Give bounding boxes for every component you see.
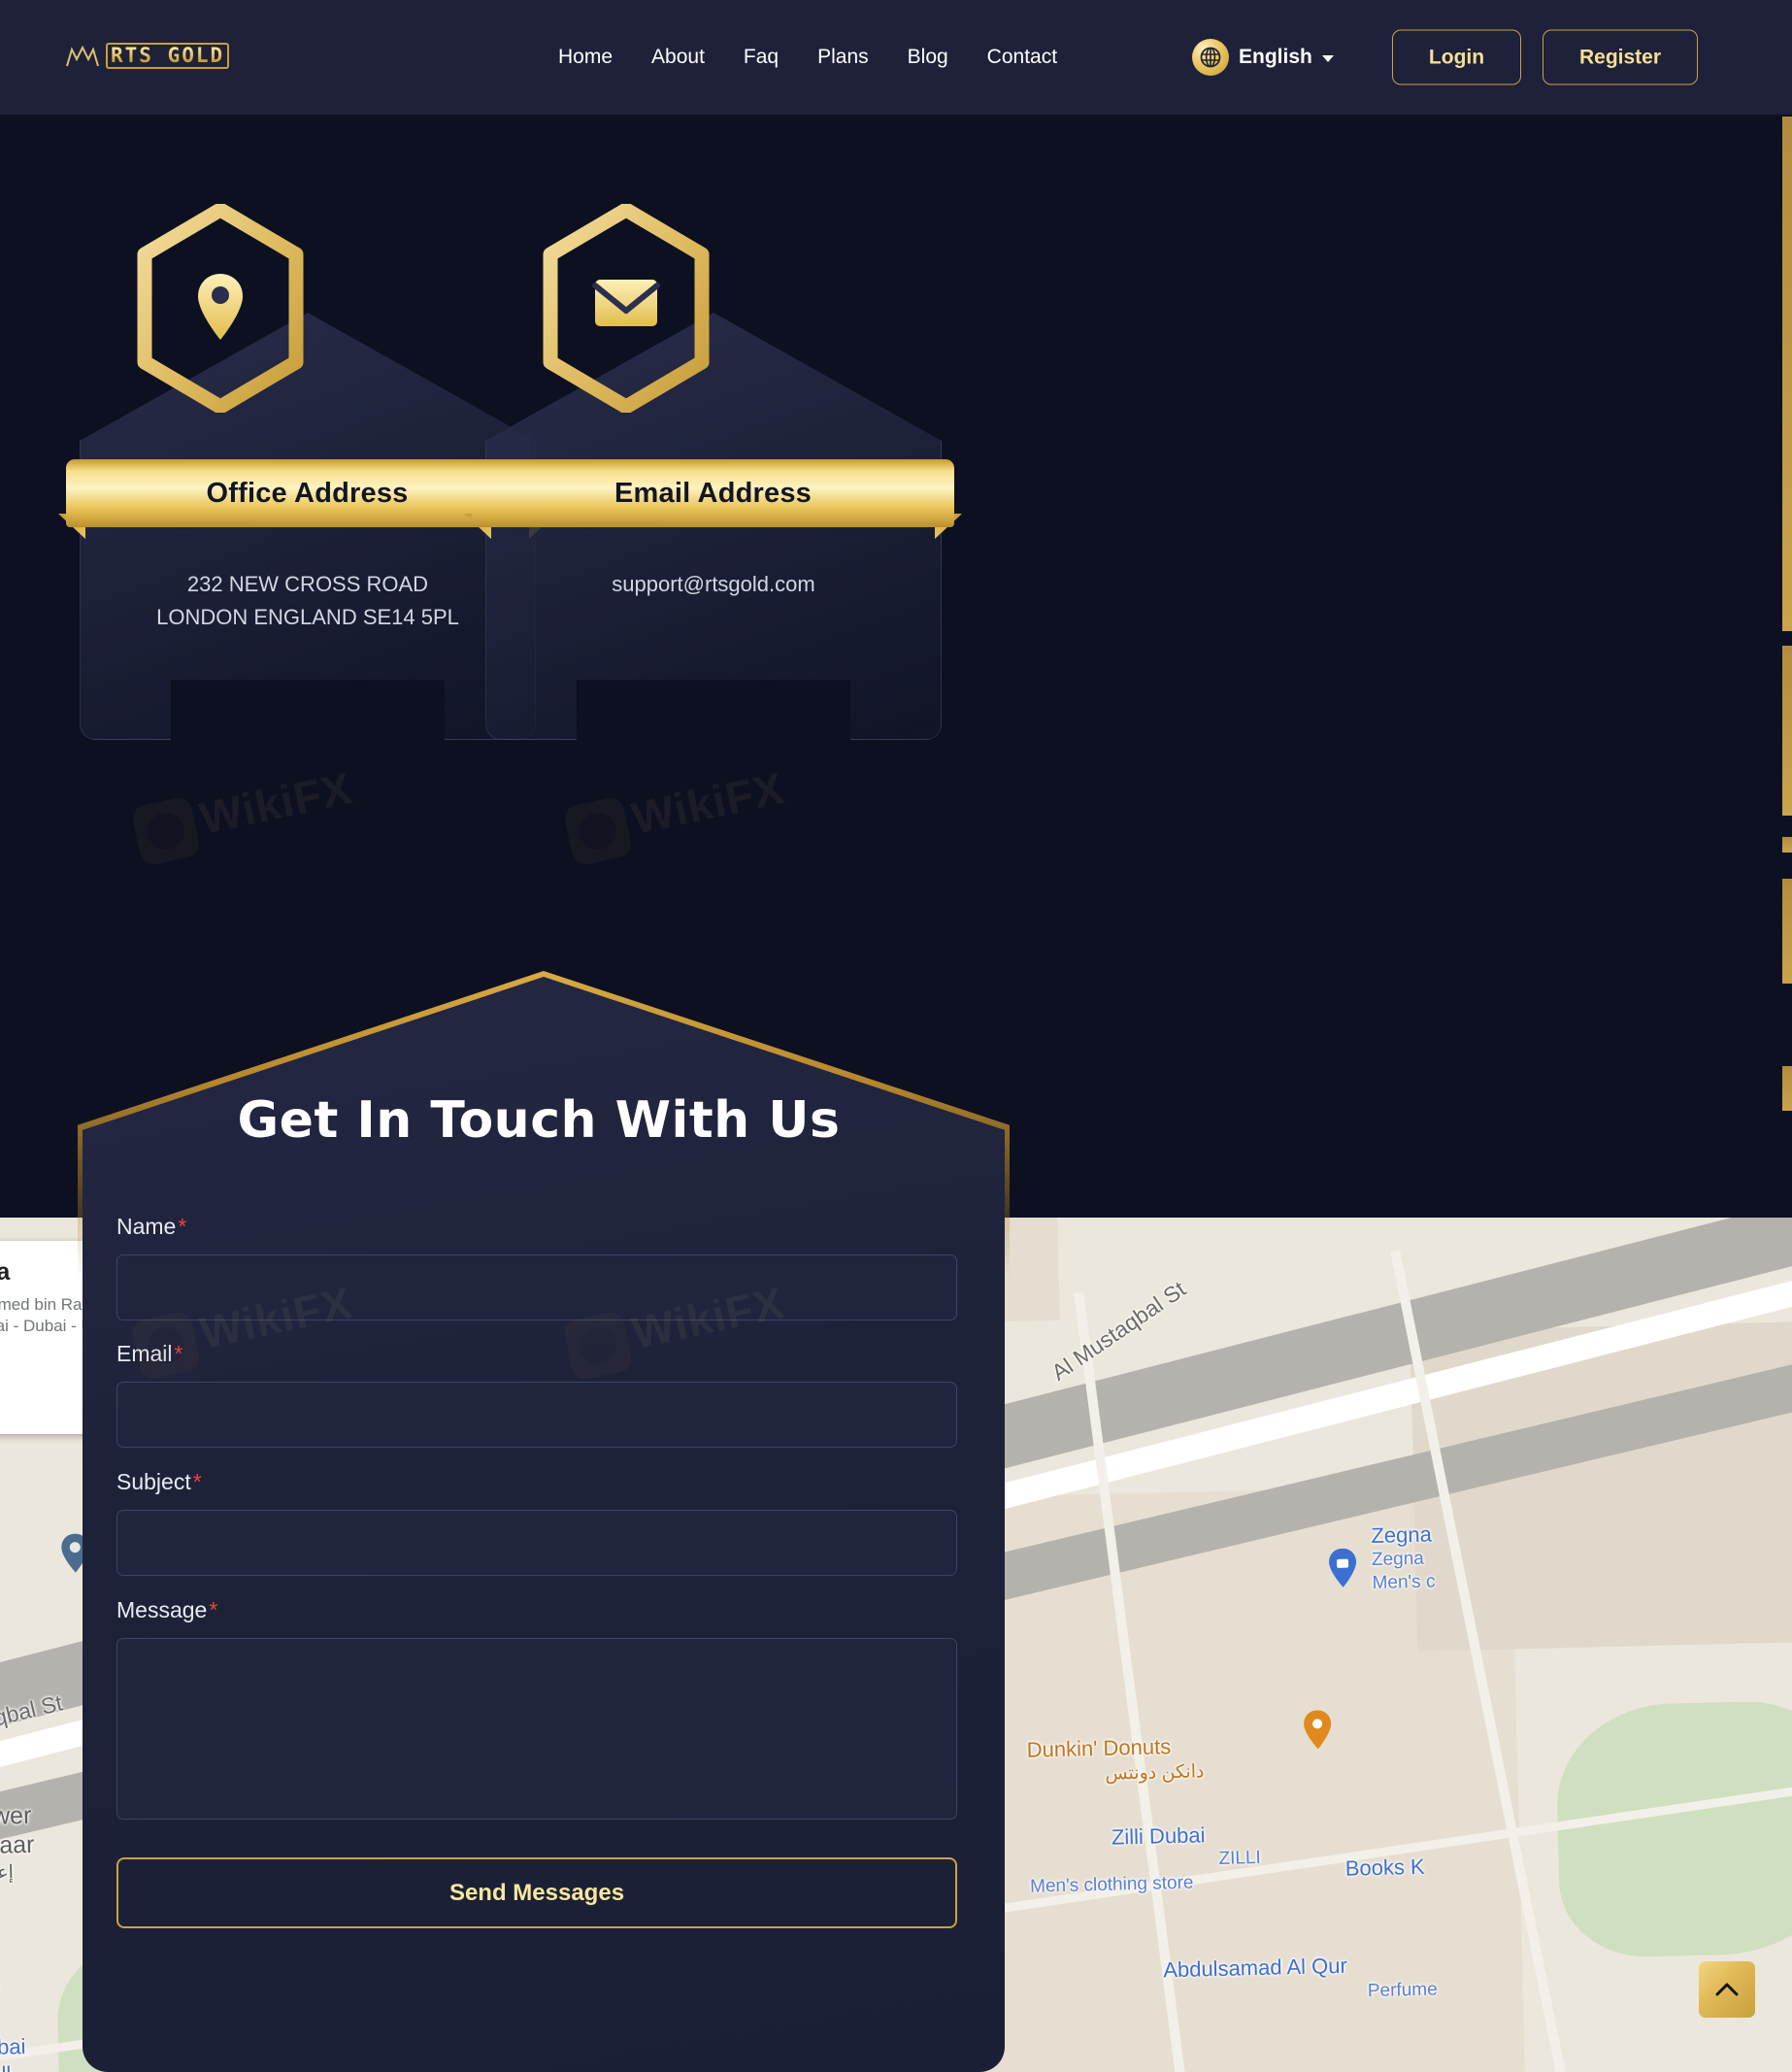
nav-item-blog[interactable]: Blog bbox=[888, 46, 968, 69]
required-marker: * bbox=[192, 1469, 202, 1494]
site-logo[interactable]: RTS GOLD bbox=[66, 43, 230, 69]
language-selector[interactable]: English bbox=[1192, 39, 1334, 76]
register-button[interactable]: Register bbox=[1543, 29, 1698, 85]
nav-item-faq[interactable]: Faq bbox=[724, 46, 798, 69]
map-label: Tower 1 bbox=[0, 1968, 1, 1997]
logo-text: RTS GOLD bbox=[106, 43, 230, 69]
nav-item-about[interactable]: About bbox=[632, 46, 724, 69]
send-messages-button[interactable]: Send Messages bbox=[116, 1857, 957, 1928]
main-nav: Home About Faq Plans Blog Contact bbox=[539, 0, 1077, 115]
map-label: 1 By Emaar bbox=[0, 1830, 35, 1861]
info-card-text: 232 NEW CROSS ROAD LONDON ENGLAND SE14 5… bbox=[80, 568, 536, 634]
globe-icon bbox=[1192, 39, 1229, 76]
nav-item-contact[interactable]: Contact bbox=[968, 46, 1077, 69]
scroll-accent-segment bbox=[1782, 879, 1792, 984]
map-label: ZILLI bbox=[1218, 1847, 1262, 1869]
map-label: Men's clothing store bbox=[1029, 1872, 1194, 1897]
subject-label-text: Subject bbox=[116, 1469, 191, 1494]
map-label: دانكن دونتس bbox=[1105, 1761, 1205, 1785]
form-field-subject: Subject* bbox=[116, 1469, 957, 1576]
form-field-name: Name* bbox=[116, 1214, 957, 1320]
nav-item-home[interactable]: Home bbox=[539, 46, 632, 69]
form-title: Get In Touch With Us bbox=[237, 1091, 841, 1150]
email-label-text: Email bbox=[116, 1341, 173, 1366]
logo-mark-icon bbox=[66, 45, 99, 67]
required-marker: * bbox=[174, 1341, 183, 1366]
info-card-text: support@rtsgold.com bbox=[485, 568, 942, 601]
subject-input[interactable] bbox=[116, 1510, 957, 1576]
name-label: Name* bbox=[116, 1214, 957, 1240]
subject-label: Subject* bbox=[116, 1469, 957, 1495]
language-label: English bbox=[1239, 46, 1312, 68]
map-label: Abdulsamad Al Qur bbox=[1162, 1953, 1348, 1983]
chevron-up-icon bbox=[1715, 1983, 1739, 1996]
form-field-email: Email* bbox=[116, 1341, 957, 1448]
envelope-icon bbox=[539, 202, 713, 415]
map-label: Books K bbox=[1344, 1854, 1425, 1881]
message-label-text: Message bbox=[116, 1597, 208, 1622]
office-address-line1: 232 NEW CROSS ROAD bbox=[186, 572, 429, 596]
map-label: bai Mall bbox=[0, 2061, 12, 2072]
map-label: Dunkin' Donuts bbox=[1026, 1734, 1172, 1762]
name-input[interactable] bbox=[116, 1254, 957, 1320]
map-label: T Dubai bbox=[0, 2034, 26, 2060]
chevron-down-icon bbox=[1321, 55, 1334, 62]
map-label: Zegna bbox=[1371, 1521, 1433, 1549]
nav-item-plans[interactable]: Plans bbox=[798, 46, 888, 69]
map-label: 1 إعمار bbox=[0, 1862, 15, 1885]
map-label: Perfume bbox=[1367, 1979, 1438, 2002]
map-pin-icon[interactable] bbox=[1303, 1710, 1333, 1750]
office-address-line2: LONDON ENGLAND SE14 5PL bbox=[156, 605, 459, 630]
info-card-ribbon: Email Address bbox=[464, 459, 962, 539]
info-card-title-banner: Email Address bbox=[472, 459, 954, 527]
scroll-accent-segment bbox=[1782, 646, 1792, 816]
required-marker: * bbox=[178, 1214, 187, 1239]
map-label: Zegna bbox=[1371, 1548, 1425, 1570]
email-address-value: support@rtsgold.com bbox=[612, 572, 815, 596]
email-label: Email* bbox=[116, 1341, 957, 1367]
scroll-accent-segment bbox=[1782, 837, 1792, 852]
info-card-title: Email Address bbox=[614, 477, 812, 509]
info-card-title: Office Address bbox=[206, 477, 409, 509]
message-label: Message* bbox=[116, 1597, 957, 1623]
email-input[interactable] bbox=[116, 1382, 957, 1448]
login-button[interactable]: Login bbox=[1392, 29, 1521, 85]
message-textarea[interactable] bbox=[116, 1638, 957, 1820]
map-label: Vista Tower bbox=[0, 1801, 32, 1832]
site-header: RTS GOLD Home About Faq Plans Blog Conta… bbox=[0, 0, 1792, 115]
map-pin-icon bbox=[133, 202, 308, 415]
contact-form-card: Get In Touch With Us Name* Email* Subjec… bbox=[78, 971, 1010, 2072]
scroll-accent-segment bbox=[1782, 117, 1792, 631]
map-label: Men's c bbox=[1372, 1571, 1436, 1593]
scroll-to-top-button[interactable] bbox=[1699, 1961, 1755, 2018]
scroll-accent-segment bbox=[1782, 1066, 1792, 1111]
required-marker: * bbox=[209, 1597, 218, 1622]
map-label: Zilli Dubai bbox=[1111, 1822, 1206, 1850]
map-pin-icon[interactable] bbox=[1328, 1548, 1358, 1587]
name-label-text: Name bbox=[116, 1214, 177, 1239]
form-field-message: Message* bbox=[116, 1597, 957, 1824]
